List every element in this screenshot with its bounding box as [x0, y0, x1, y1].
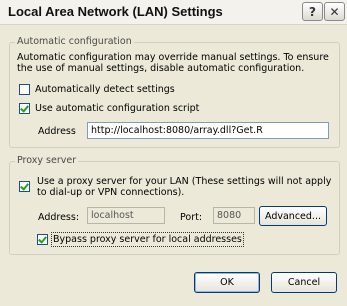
help-icon: ?: [309, 4, 316, 19]
script-address-label: Address: [38, 126, 76, 137]
bypass-local-label[interactable]: Bypass proxy server for local addresses: [51, 232, 244, 247]
close-button[interactable]: ✕: [324, 2, 345, 21]
automatic-configuration-label: Automatic configuration: [15, 36, 134, 47]
bypass-local-checkbox[interactable]: [37, 234, 48, 245]
title-bar: Local Area Network (LAN) Settings ? ✕: [0, 0, 347, 25]
ok-button[interactable]: OK: [194, 272, 260, 293]
proxy-address-field[interactable]: localhost: [87, 207, 165, 224]
auto-detect-checkbox[interactable]: [19, 84, 30, 95]
use-proxy-label[interactable]: Use a proxy server for your LAN (These s…: [37, 176, 335, 198]
cancel-button[interactable]: Cancel: [271, 272, 337, 293]
script-address-field[interactable]: http://localhost:8080/array.dll?Get.R: [87, 122, 329, 139]
auto-detect-label[interactable]: Automatically detect settings: [35, 84, 175, 95]
proxy-address-label: Address:: [38, 212, 80, 223]
cancel-button-label: Cancel: [287, 277, 321, 288]
close-icon: ✕: [329, 4, 340, 19]
use-script-checkbox[interactable]: [19, 103, 30, 114]
window-title: Local Area Network (LAN) Settings: [8, 4, 223, 19]
proxy-port-field[interactable]: 8080: [213, 207, 255, 224]
use-proxy-checkbox[interactable]: [19, 181, 30, 192]
advanced-button[interactable]: Advanced...: [259, 206, 327, 226]
proxy-server-label: Proxy server: [15, 155, 79, 166]
auto-config-description: Automatic configuration may override man…: [17, 52, 329, 74]
ok-button-label: OK: [220, 277, 234, 288]
proxy-port-label: Port:: [180, 212, 203, 223]
advanced-button-label: Advanced...: [265, 210, 321, 222]
use-script-label[interactable]: Use automatic configuration script: [35, 103, 199, 114]
help-button[interactable]: ?: [302, 2, 323, 21]
